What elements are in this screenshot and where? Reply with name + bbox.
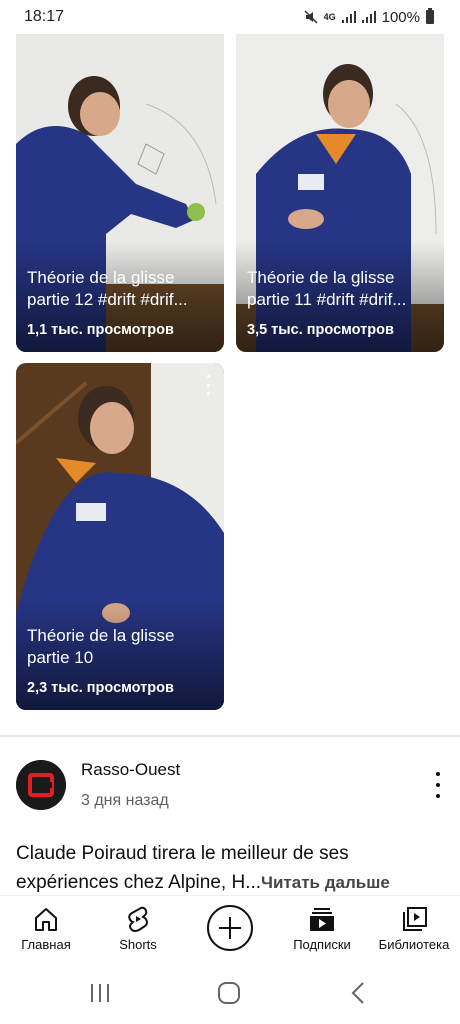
battery-percent: 100% (381, 8, 420, 26)
battery-icon (426, 8, 434, 24)
nav-library[interactable]: Библиотека (368, 896, 460, 966)
short-views: 3,5 тыс. просмотров (247, 322, 394, 338)
recents-icon[interactable] (88, 981, 112, 1005)
divider (0, 735, 460, 737)
read-more-link[interactable]: Читать дальше (261, 873, 390, 892)
post-menu-button[interactable] (428, 772, 448, 798)
subscriptions-icon (310, 908, 334, 931)
short-views: 1,1 тыс. просмотров (27, 322, 174, 338)
network-type: 4G (323, 12, 336, 22)
home-button-icon[interactable] (217, 981, 241, 1005)
create-button[interactable] (207, 905, 253, 951)
channel-name[interactable]: Rasso-Ouest (81, 760, 180, 780)
status-time: 18:17 (24, 8, 65, 25)
nav-home[interactable]: Главная (0, 896, 92, 966)
library-icon (403, 907, 427, 931)
short-title: Théorie de la glisse partie 10 (27, 626, 175, 667)
channel-avatar[interactable] (16, 760, 66, 810)
mute-icon (304, 10, 318, 24)
post-time: 3 дня назад (81, 792, 169, 809)
nav-subscriptions[interactable]: Подписки (276, 896, 368, 966)
short-title: Théorie de la glisse partie 12 #drift #d… (27, 268, 188, 309)
short-card[interactable]: Théorie de la glisse partie 12 #drift #d… (16, 34, 224, 352)
short-card[interactable]: Théorie de la glisse partie 10 2,3 тыс. … (16, 363, 224, 710)
status-icons: 4G 100% (304, 8, 434, 26)
back-icon[interactable] (347, 981, 371, 1005)
short-menu-button[interactable] (202, 375, 214, 395)
post-text[interactable]: Claude Poiraud tirera le meilleur de ses… (16, 839, 446, 897)
short-card[interactable]: Théorie de la glisse partie 11 #drift #d… (236, 34, 444, 352)
signal-icon (341, 11, 356, 23)
nav-shorts[interactable]: Shorts (92, 896, 184, 966)
status-bar: 18:17 4G 100% (0, 0, 460, 34)
system-nav (0, 965, 460, 1024)
short-title: Théorie de la glisse partie 11 #drift #d… (247, 268, 407, 309)
shorts-icon (128, 906, 148, 932)
signal-icon-2 (361, 11, 376, 23)
bottom-nav: Главная Shorts Подписки Библиотека (0, 895, 460, 965)
home-icon (35, 908, 57, 931)
short-views: 2,3 тыс. просмотров (27, 680, 174, 696)
